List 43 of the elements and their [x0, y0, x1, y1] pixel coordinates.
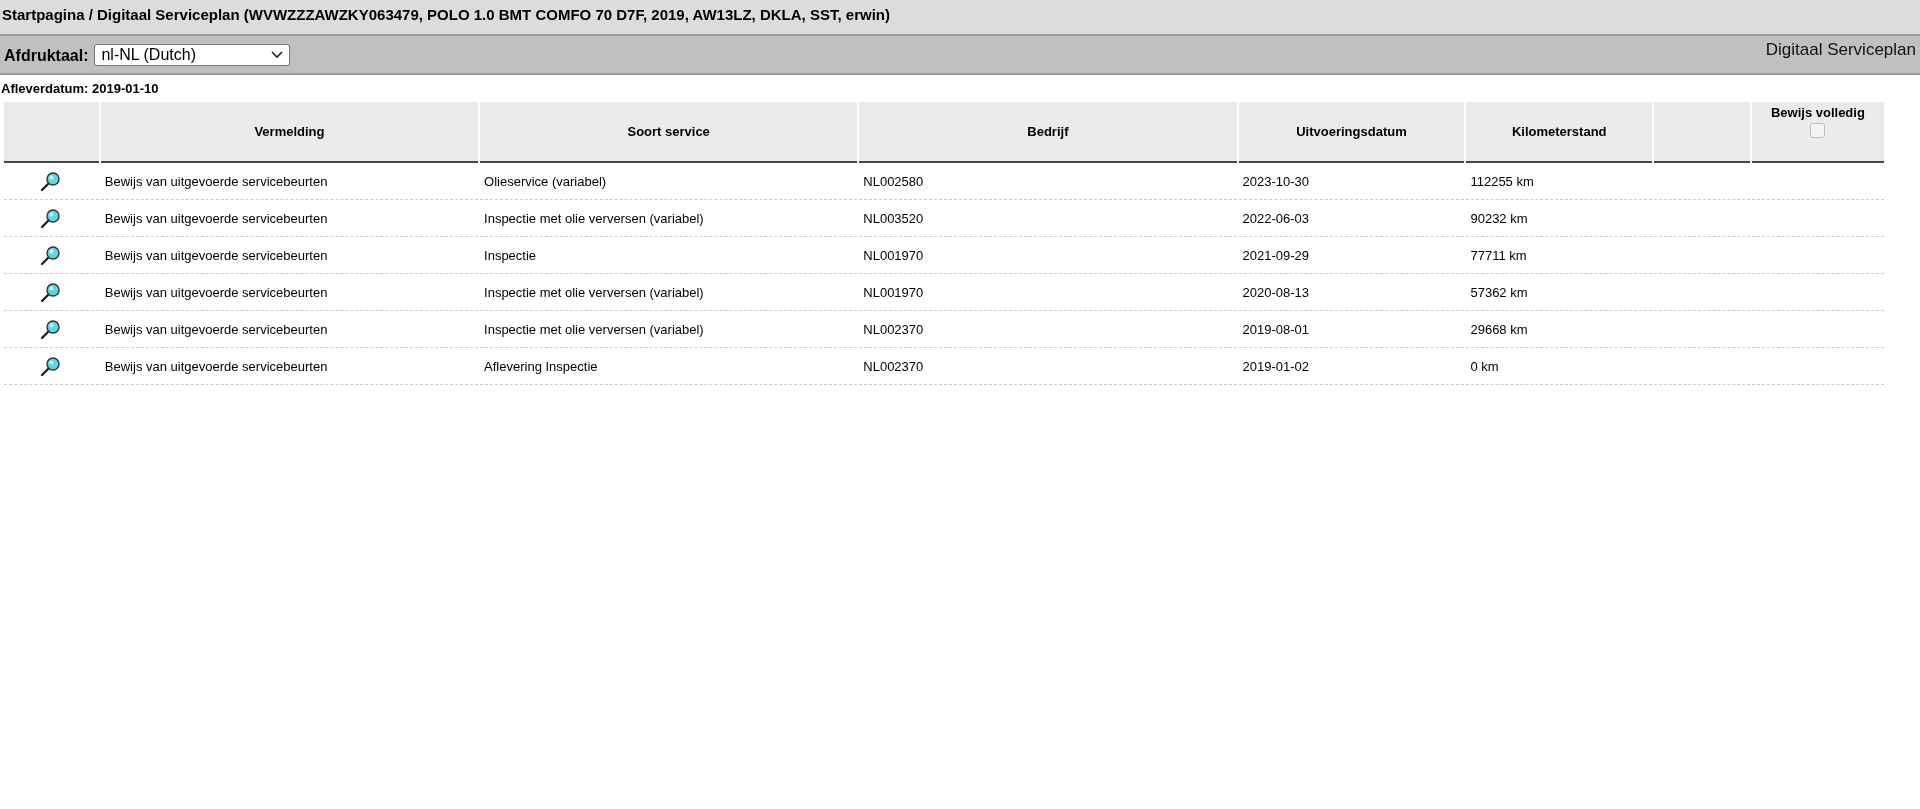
table-cell: 57362 km	[1470, 284, 1528, 300]
print-language-dropdown[interactable]: nl-NL (Dutch)	[94, 44, 291, 66]
delivery-date-text: Afleverdatum: 2019-01-10	[1, 81, 159, 96]
checkbox[interactable]	[1810, 123, 1826, 138]
table-cell: 2019-08-01	[1242, 321, 1309, 337]
table-cell: Olieservice (variabel)	[484, 173, 607, 189]
table-cell: Bewijs van uitgevoerde servicebeurten	[104, 173, 328, 189]
table-cell: Bewijs van uitgevoerde servicebeurten	[104, 210, 328, 226]
column-header: Soort service	[480, 102, 858, 163]
table-cell: NL003520	[863, 210, 924, 226]
table-cell: Bewijs van uitgevoerde servicebeurten	[104, 284, 328, 300]
print-language-label: Afdruktaal:	[4, 47, 89, 65]
column-header: Vermelding	[100, 102, 479, 163]
table-cell: Bewijs van uitgevoerde servicebeurten	[104, 358, 328, 374]
column-header: Uitvoeringsdatum	[1238, 102, 1465, 163]
table-cell: Inspectie	[484, 247, 537, 263]
table-cell: Inspectie met olie verversen (variabel)	[484, 321, 704, 337]
table-cell: 2021-09-29	[1242, 247, 1309, 263]
table-cell: 2019-01-02	[1242, 358, 1309, 374]
table-cell: 29668 km	[1470, 321, 1528, 337]
table-cell: 0 km	[1470, 358, 1499, 374]
chevron-down-icon	[271, 51, 284, 59]
table-cell: 2023-10-30	[1242, 173, 1309, 189]
table-cell: Bewijs van uitgevoerde servicebeurten	[104, 321, 328, 337]
table-cell: Inspectie met olie verversen (variabel)	[484, 210, 704, 226]
table-cell: NL002370	[863, 321, 924, 337]
column-header: Kilometerstand	[1466, 102, 1652, 163]
table-cell: NL002580	[863, 173, 924, 189]
table-cell: 2022-06-03	[1242, 210, 1309, 226]
table-cell: 2020-08-13	[1242, 284, 1309, 300]
table-cell: NL002370	[863, 358, 924, 374]
column-header: Bedrijf	[859, 102, 1237, 163]
table-cell: 112255 km	[1470, 173, 1534, 189]
table-cell: 77711 km	[1470, 247, 1527, 263]
page-title: Digitaal Serviceplan	[1765, 40, 1916, 60]
table-cell: 90232 km	[1470, 210, 1528, 226]
table-cell: Inspectie met olie verversen (variabel)	[484, 284, 704, 300]
table-cell: NL001970	[863, 284, 924, 300]
column-header: Bewijs volledig	[1770, 105, 1865, 120]
table-cell: Aflevering Inspectie	[484, 358, 598, 374]
breadcrumb-text: Startpagina / Digitaal Serviceplan (WVWZZZAWZKY063479, POLO 1.0 BMT COMFO 70 D7F, 2019, AW13LZ, DKLA, SST, erwin)	[1, 5, 891, 25]
table-cell: Bewijs van uitgevoerde servicebeurten	[104, 247, 328, 263]
table-cell: NL001970	[863, 247, 924, 263]
